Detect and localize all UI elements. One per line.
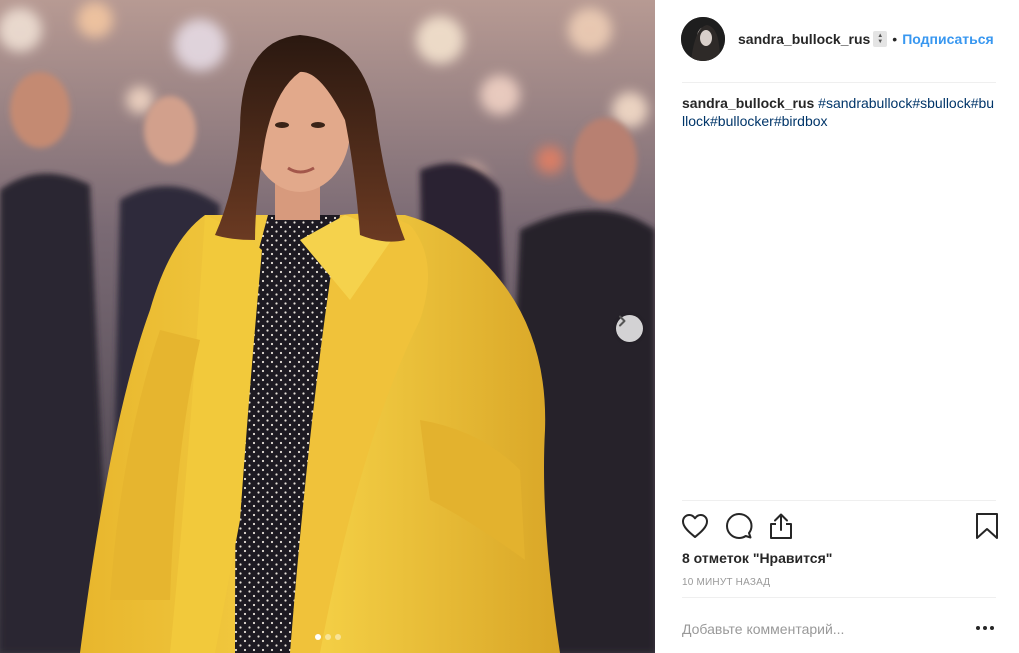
heart-icon xyxy=(682,514,708,538)
action-bar xyxy=(682,510,998,542)
save-button[interactable] xyxy=(972,510,1002,542)
sort-arrows-icon: ▲ ▼ xyxy=(873,31,888,47)
separator-dot: • xyxy=(892,31,898,47)
carousel-dot-3 xyxy=(334,634,341,640)
share-icon xyxy=(770,513,792,539)
avatar[interactable] xyxy=(681,17,725,61)
carousel-dot-2 xyxy=(324,634,331,640)
post-timestamp[interactable]: 10 МИНУТ НАЗАД xyxy=(682,577,770,588)
follow-button[interactable]: Подписаться xyxy=(902,31,994,47)
caption-author[interactable]: sandra_bullock_rus xyxy=(682,95,814,111)
post-image xyxy=(0,0,655,653)
carousel-indicator xyxy=(0,634,655,640)
post-caption: sandra_bullock_rus #sandrabullock#sbullo… xyxy=(682,94,996,126)
carousel-dot-1 xyxy=(314,634,321,640)
comment-input[interactable] xyxy=(682,618,962,640)
divider xyxy=(682,82,996,83)
post-header: sandra_bullock_rus ▲ ▼ • Подписаться xyxy=(681,16,996,62)
more-dot xyxy=(990,626,994,630)
divider xyxy=(682,597,996,598)
like-button[interactable] xyxy=(680,510,710,542)
instagram-post: sandra_bullock_rus ▲ ▼ • Подписаться sand… xyxy=(0,0,1019,653)
next-photo-button[interactable] xyxy=(616,315,643,342)
divider xyxy=(682,500,996,501)
post-photo[interactable] xyxy=(0,0,655,653)
post-side-panel: sandra_bullock_rus ▲ ▼ • Подписаться sand… xyxy=(655,0,1019,653)
comment-button[interactable] xyxy=(724,510,754,542)
more-dot xyxy=(983,626,987,630)
comment-icon xyxy=(726,513,753,539)
likes-count[interactable]: 8 отметок "Нравится" xyxy=(682,550,832,566)
more-dot xyxy=(976,626,980,630)
bookmark-icon xyxy=(976,513,998,539)
avatar-image xyxy=(681,17,725,61)
chevron-right-icon xyxy=(619,315,626,327)
share-button[interactable] xyxy=(766,510,796,542)
post-username[interactable]: sandra_bullock_rus xyxy=(738,31,870,47)
more-options-icon[interactable] xyxy=(973,620,997,636)
